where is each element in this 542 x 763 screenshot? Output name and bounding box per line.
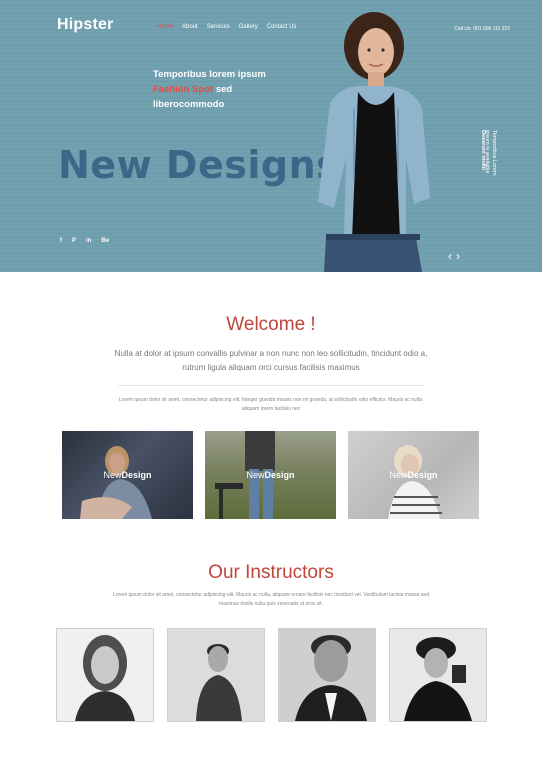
instructor-photo-3[interactable] [278,628,376,722]
instructor-photo-1[interactable] [56,628,154,722]
instructor-photo-2[interactable] [167,628,265,722]
gallery-card-1-label: NewDesign [103,470,151,480]
linkedin-icon[interactable]: in [86,238,91,244]
call-us-text: Call Us: 001 000 111 222 [454,26,510,32]
welcome-lead: Nulla at dolor at ipsum convallis pulvin… [114,349,428,372]
tagline-line-3: liberocommodo [153,99,225,110]
main-nav: Home About Services Gallery Contact Us [157,24,296,30]
gallery-card-3-bold: Design [407,470,438,480]
gallery-card-2-bold: Design [264,470,295,480]
hero-tagline: Temporibus lorem ipsum Fashion Spot sed … [153,67,293,112]
pinterest-icon[interactable]: P [72,238,76,244]
design-gallery: NewDesign NewDesign NewDesign [62,431,479,519]
tagline-line-1: Temporibus lorem ipsum [153,69,266,80]
tagline-line-2: Fashion Spot sed [153,82,293,97]
section-divider [118,385,424,386]
gallery-card-1-light: New [103,470,122,480]
nav-contact[interactable]: Contact Us [267,24,297,30]
gallery-card-3-light: New [389,470,408,480]
nav-services[interactable]: Services [207,24,230,30]
instructors-title: Our Instructors [208,562,334,583]
welcome-title: Welcome ! [226,314,316,335]
hero-model-image [296,8,446,272]
gallery-card-2-light: New [246,470,265,480]
gallery-card-3[interactable]: NewDesign [348,431,479,519]
chevron-right-icon[interactable]: › [456,249,460,263]
behance-icon[interactable]: Be [101,238,109,244]
welcome-body: Lorem ipsum dolor sit amet, consectetur … [118,397,424,412]
instructors-list [56,628,487,722]
social-links: f P in Be [60,238,109,244]
instructor-photo-4[interactable] [389,628,487,722]
nav-gallery[interactable]: Gallery [239,24,258,30]
nav-about[interactable]: About [182,24,198,30]
instructors-body: Lorem ipsum dolor sit amet, consectetur … [113,592,429,607]
tagline-highlight: Fashion Spot [153,84,214,95]
gallery-card-3-label: NewDesign [389,470,437,480]
slider-arrows: ‹ › [448,249,460,263]
facebook-icon[interactable]: f [60,238,62,244]
gallery-card-1-bold: Design [121,470,152,480]
nav-home[interactable]: Home [157,24,173,30]
tagline-rest: sed [215,84,233,95]
logo[interactable]: Hipster [57,16,114,34]
hero-vertical-text-2: Deserunt mollit [480,130,486,171]
gallery-card-2-label: NewDesign [246,470,294,480]
chevron-left-icon[interactable]: ‹ [448,249,452,263]
gallery-card-2[interactable]: NewDesign [205,431,336,519]
gallery-card-1[interactable]: NewDesign [62,431,193,519]
hero-banner: Hipster Home About Services Gallery Cont… [0,0,542,272]
